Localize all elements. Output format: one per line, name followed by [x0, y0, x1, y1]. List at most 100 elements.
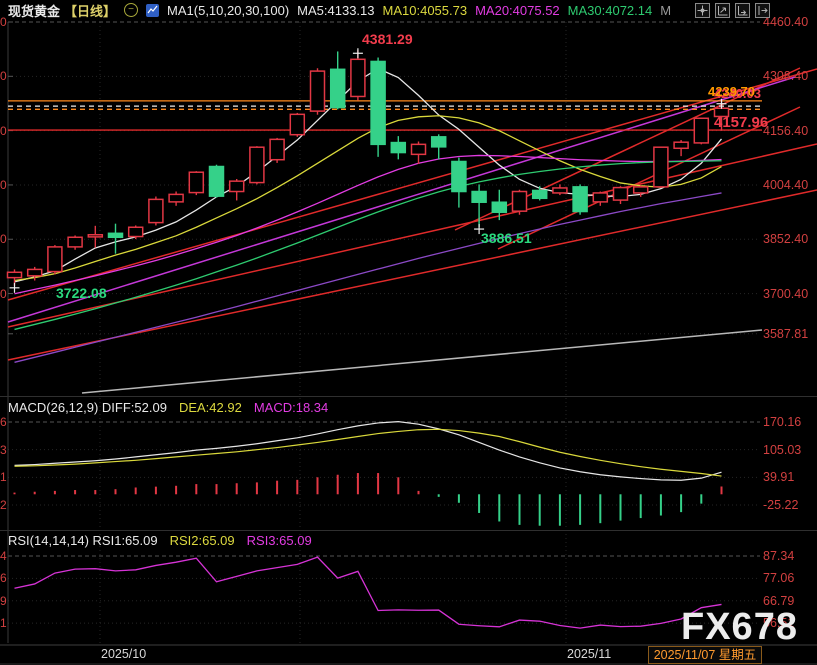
time-label-nov: 2025/11 — [567, 647, 611, 661]
ma20-legend: MA20:4075.52 — [475, 3, 560, 18]
chart-type-icon[interactable] — [146, 4, 159, 17]
macd-bar — [660, 494, 662, 515]
pan-right-icon[interactable] — [755, 3, 770, 18]
macd-bar — [296, 480, 298, 494]
candle-body — [351, 59, 365, 96]
macd-bar — [236, 483, 238, 494]
candle-body — [634, 187, 648, 193]
period-label: 【日线】 — [64, 1, 116, 20]
candle-body — [371, 61, 385, 144]
macd-bar — [34, 492, 36, 495]
candle-body — [48, 247, 62, 272]
candle-body — [290, 114, 304, 134]
macd-bar — [74, 490, 76, 494]
fx678-watermark: FX678 — [681, 606, 798, 649]
candle-body — [169, 194, 183, 202]
macd-bar — [498, 494, 500, 521]
candle-body — [68, 237, 82, 247]
macd-bar — [135, 487, 137, 494]
candle-body — [573, 187, 587, 212]
symbol-title: 现货黄金 — [8, 1, 60, 20]
candles — [8, 50, 729, 286]
macd-bar — [599, 494, 601, 523]
oct-low-annotation: 3722.08 — [56, 285, 107, 301]
candle-body — [553, 188, 567, 193]
macd-bar — [216, 484, 218, 494]
main-y-axis-label: 3587.81 — [763, 327, 808, 341]
left-axis-fragment: 4 — [0, 549, 7, 563]
macd-dea-line — [15, 429, 722, 476]
candle-body — [452, 161, 466, 191]
candle-body — [28, 269, 42, 275]
macd-bar — [700, 494, 702, 503]
candle-body — [331, 69, 345, 107]
macd-label-row: MACD(26,12,9) DIFF:52.09 DEA:42.92 MACD:… — [8, 400, 328, 415]
rsi-y-axis-label: 87.34 — [763, 549, 794, 563]
main-y-axis-label: 3852.40 — [763, 232, 808, 246]
candle-body — [694, 118, 708, 143]
support-level-annotation: 4157.96 — [714, 114, 768, 131]
candle-body — [189, 172, 203, 192]
rsi-label-row: RSI(14,14,14) RSI1:65.09 RSI2:65.09 RSI3… — [8, 533, 312, 548]
left-axis-fragment: 0 — [0, 178, 7, 192]
candle-body — [8, 272, 22, 277]
chart-toolbar — [695, 3, 770, 18]
left-axis-fragment: 2 — [0, 498, 7, 512]
rsi-line — [15, 557, 722, 628]
macd-diff-label: MACD(26,12,9) DIFF:52.09 — [8, 400, 167, 415]
main-y-axis-label: 3700.40 — [763, 287, 808, 301]
macd-bar — [559, 494, 561, 525]
macd-bar — [418, 491, 420, 494]
rsi3-label: RSI3:65.09 — [247, 533, 312, 548]
ma-settings-label: MA1(5,10,20,30,100) — [167, 3, 289, 18]
candle-body — [432, 137, 446, 147]
axis-zoom-icon[interactable] — [715, 3, 730, 18]
candle-body — [270, 139, 284, 159]
macd-y-axis-label: 105.03 — [763, 443, 801, 457]
move-icon[interactable] — [695, 3, 710, 18]
macd-bar — [377, 473, 379, 494]
resistance-level-annotation: 4239.70 — [708, 84, 755, 99]
macd-y-axis-label: 170.16 — [763, 415, 801, 429]
left-axis-fragment: 9 — [0, 594, 7, 608]
left-axis-fragment: 0 — [0, 287, 7, 301]
left-axis-fragment: 0 — [0, 232, 7, 246]
macd-bar — [256, 482, 258, 494]
macd-panel — [14, 422, 723, 526]
macd-bar — [478, 494, 480, 513]
axis-pan-icon[interactable] — [735, 3, 750, 18]
main-y-axis-label: 4004.40 — [763, 178, 808, 192]
macd-bar — [579, 494, 581, 525]
left-axis-fragment: 6 — [0, 415, 7, 429]
rsi-y-axis-label: 77.06 — [763, 571, 794, 585]
macd-bar — [175, 486, 177, 494]
macd-bar — [94, 490, 96, 494]
candle-body — [210, 167, 224, 197]
candle-body — [614, 188, 628, 201]
candle-body — [654, 147, 668, 187]
chart-window: 现货黄金 【日线】 − MA1(5,10,20,30,100) MA5:4133… — [0, 0, 817, 665]
candle-body — [250, 147, 264, 182]
macd-bar — [317, 477, 319, 494]
macd-y-axis-label: 39.91 — [763, 470, 794, 484]
candle-body — [533, 190, 547, 198]
main-y-axis-label: 4308.40 — [763, 69, 808, 83]
macd-bar — [155, 487, 157, 495]
ma5-legend: MA5:4133.13 — [297, 3, 374, 18]
candle-body — [674, 142, 688, 148]
candle-body — [593, 193, 607, 202]
candle-body — [311, 71, 325, 111]
candle-body — [513, 192, 527, 212]
macd-bar — [458, 494, 460, 502]
collapse-icon[interactable]: − — [124, 3, 138, 17]
ma20-line — [15, 155, 722, 293]
price-markers — [10, 48, 727, 293]
macd-diff-line — [15, 422, 722, 481]
left-axis — [8, 22, 13, 643]
rsi1-label: RSI(14,14,14) RSI1:65.09 — [8, 533, 158, 548]
left-axis-fragment: 1 — [0, 616, 7, 630]
macd-y-axis-label: -25.22 — [763, 498, 798, 512]
chart-canvas[interactable] — [0, 0, 817, 665]
candle-body — [109, 233, 123, 237]
macd-bar — [54, 491, 56, 494]
